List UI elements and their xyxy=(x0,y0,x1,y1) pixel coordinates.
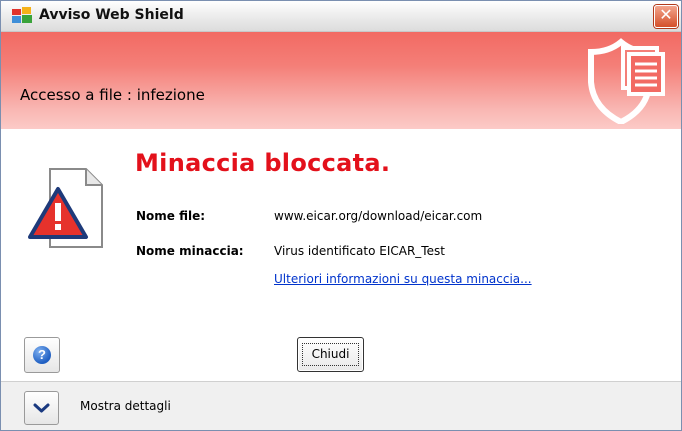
close-button[interactable]: Chiudi xyxy=(297,337,364,372)
window-title: Avviso Web Shield xyxy=(39,7,184,23)
show-details-button[interactable] xyxy=(24,391,59,425)
close-button-label: Chiudi xyxy=(302,343,359,366)
threat-name-label: Nome minaccia: xyxy=(136,244,244,258)
chevron-down-icon xyxy=(33,403,50,413)
threat-name-value: Virus identificato EICAR_Test xyxy=(274,244,445,258)
threat-blocked-headline: Minaccia bloccata. xyxy=(135,149,391,177)
alert-header: Accesso a file : infezione xyxy=(1,32,681,129)
more-info-link[interactable]: Ulteriori informazioni su questa minacci… xyxy=(274,272,532,286)
shield-document-icon xyxy=(588,38,665,124)
header-title: Accesso a file : infezione xyxy=(20,86,205,104)
help-icon: ? xyxy=(33,346,51,364)
window-close-button[interactable]: ✕ xyxy=(654,5,678,28)
avg-logo-icon xyxy=(12,7,32,23)
file-name-label: Nome file: xyxy=(136,209,206,223)
warning-file-icon xyxy=(28,168,103,248)
help-button[interactable]: ? xyxy=(24,337,60,373)
title-bar[interactable]: Avviso Web Shield ✕ xyxy=(1,1,681,32)
file-name-value: www.eicar.org/download/eicar.com xyxy=(274,209,483,223)
alert-content: Minaccia bloccata. Nome file: www.eicar.… xyxy=(1,129,681,369)
show-details-label: Mostra dettagli xyxy=(80,399,171,413)
alert-window: Avviso Web Shield ✕ Accesso a file : inf… xyxy=(0,0,682,431)
details-footer: Mostra dettagli xyxy=(1,381,681,430)
